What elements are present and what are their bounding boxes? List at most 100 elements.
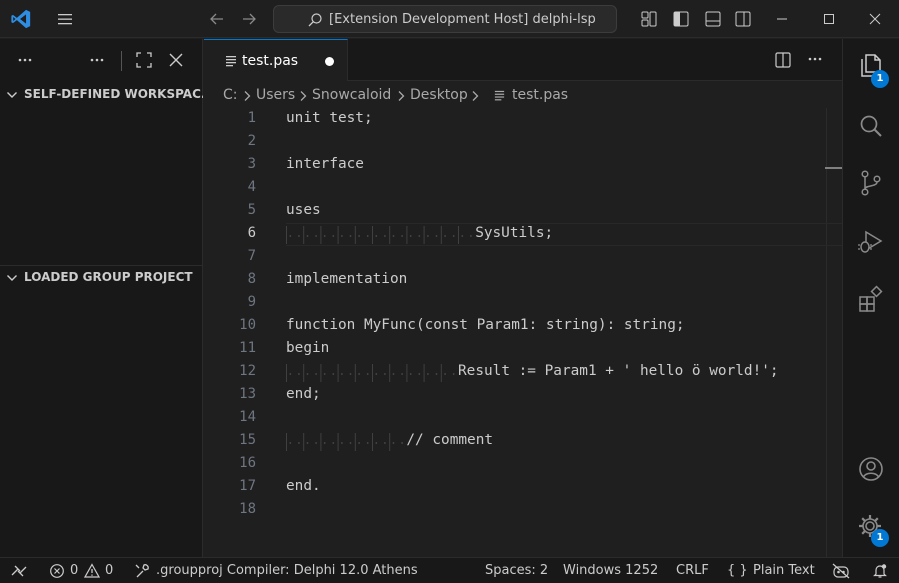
split-editor-icon[interactable] (774, 51, 792, 69)
minimize-window-icon[interactable] (772, 9, 792, 29)
line-number: 11 (239, 340, 256, 356)
code-line[interactable]: 18 (204, 499, 842, 522)
copilot-icon[interactable] (832, 563, 850, 579)
language-braces-icon[interactable]: { } (727, 563, 748, 578)
explorer-badge: 1 (871, 70, 889, 88)
line-number: 14 (239, 409, 256, 425)
chevron-right-icon (398, 91, 405, 101)
primary-sidebar: SELF-DEFINED WORKSPAC... LOADED GROUP PR… (0, 39, 203, 557)
code-line[interactable]: 11 begin (204, 338, 842, 361)
line-number: 2 (247, 133, 256, 149)
section-loaded-group-project[interactable]: LOADED GROUP PROJECT (0, 266, 203, 290)
breadcrumb-item-drive[interactable]: C: (223, 87, 238, 103)
breadcrumb-item-file[interactable]: test.pas (512, 87, 568, 103)
project-compiler-status[interactable]: .groupproj Compiler: Delphi 12.0 Athens (156, 563, 418, 578)
code-line[interactable]: 14 (204, 407, 842, 430)
line-number: 13 (239, 386, 256, 402)
tab-test-pas[interactable]: test.pas (204, 39, 348, 81)
line-number: 16 (239, 455, 256, 471)
line-number: 18 (239, 501, 256, 517)
line-number: 3 (247, 156, 256, 172)
code-text: SysUtils; (475, 225, 554, 241)
breadcrumb-item-snowcaloid[interactable]: Snowcaloid (312, 87, 391, 103)
indentation-status[interactable]: Spaces: 2 (485, 563, 548, 578)
code-line[interactable]: 16 (204, 453, 842, 476)
line-number: 7 (247, 248, 256, 264)
toggle-primary-sidebar-icon[interactable] (671, 9, 691, 29)
whitespace-indent-guides (286, 433, 403, 451)
code-line[interactable]: 5 uses (204, 200, 842, 223)
warning-icon[interactable] (84, 563, 100, 579)
warning-count[interactable]: 0 (105, 563, 113, 578)
vscode-logo-icon[interactable] (10, 8, 32, 30)
breadcrumb-item-desktop[interactable]: Desktop (410, 87, 468, 103)
go-back-icon[interactable] (208, 10, 226, 28)
notifications-bell-icon[interactable] (872, 563, 888, 579)
code-line[interactable]: 12 Result := Param1 + ' hello ö world!'; (204, 361, 842, 384)
account-icon[interactable] (857, 455, 885, 483)
remote-icon[interactable] (10, 563, 28, 579)
activity-bar: 1 1 (842, 39, 899, 557)
code-line[interactable]: 8 implementation (204, 269, 842, 292)
line-number: 5 (247, 202, 256, 218)
run-and-debug-icon[interactable] (857, 228, 885, 256)
chevron-right-icon (472, 91, 479, 101)
source-control-icon[interactable] (857, 169, 885, 197)
code-line[interactable]: 2 (204, 131, 842, 154)
extensions-icon[interactable] (857, 285, 885, 313)
breadcrumb-item-users[interactable]: Users (256, 87, 295, 103)
code-line[interactable]: 6 SysUtils; (204, 223, 842, 246)
title-bar: [Extension Development Host] delphi-lsp (0, 0, 899, 38)
line-number: 10 (239, 317, 256, 333)
code-line[interactable]: 9 (204, 292, 842, 315)
customize-layout-icon[interactable] (639, 9, 659, 29)
code-line[interactable]: 10 function MyFunc(const Param1: string):… (204, 315, 842, 338)
code-line[interactable]: 3 interface (204, 154, 842, 177)
toggle-panel-icon[interactable] (703, 9, 723, 29)
code-line[interactable]: 17 end. (204, 476, 842, 499)
code-text: interface (286, 156, 364, 172)
code-line[interactable]: 15 // comment (204, 430, 842, 453)
code-line[interactable]: 7 (204, 246, 842, 269)
error-icon[interactable] (49, 563, 65, 579)
whitespace-indent-guides (286, 226, 472, 244)
maximize-view-icon[interactable] (135, 51, 153, 69)
toggle-secondary-sidebar-icon[interactable] (733, 9, 753, 29)
line-number: 12 (239, 363, 256, 379)
more-actions-icon[interactable] (16, 52, 34, 68)
tab-label: test.pas (242, 53, 299, 69)
error-count[interactable]: 0 (70, 563, 78, 578)
code-editor[interactable]: 1 unit test; 2 3 interface 4 5 uses 6 SysUtils; 7 8… (204, 108, 842, 557)
code-text: Result := Param1 + ' hello ö world!'; (458, 363, 779, 379)
tools-icon[interactable] (134, 563, 150, 579)
code-line[interactable]: 13 end; (204, 384, 842, 407)
sidebar-toolbar (0, 39, 203, 81)
search-text: [Extension Development Host] delphi-lsp (329, 12, 596, 27)
eol-status[interactable]: CRLF (676, 563, 709, 578)
settings-badge: 1 (871, 529, 889, 547)
encoding-status[interactable]: Windows 1252 (563, 563, 658, 578)
toolbar-separator (121, 51, 122, 71)
section-self-defined-workspace[interactable]: SELF-DEFINED WORKSPAC... (0, 83, 203, 107)
search-icon (308, 13, 322, 27)
line-number: 15 (239, 432, 256, 448)
code-line[interactable]: 1 unit test; (204, 108, 842, 131)
views-more-icon[interactable] (88, 52, 106, 68)
code-text: end; (286, 386, 321, 402)
close-view-icon[interactable] (167, 51, 185, 69)
command-center-search[interactable]: [Extension Development Host] delphi-lsp (273, 5, 617, 33)
chevron-right-icon (300, 91, 307, 101)
chevron-down-icon (7, 92, 17, 98)
code-line[interactable]: 4 (204, 177, 842, 200)
chevron-down-icon (7, 275, 17, 281)
editor-more-actions-icon[interactable] (806, 51, 824, 67)
go-forward-icon[interactable] (240, 10, 258, 28)
section-title: LOADED GROUP PROJECT (24, 270, 193, 284)
search-icon[interactable] (857, 112, 885, 140)
unsaved-dot-icon[interactable] (325, 57, 334, 66)
maximize-window-icon[interactable] (819, 9, 839, 29)
close-window-icon[interactable] (865, 9, 885, 29)
language-mode-status[interactable]: Plain Text (753, 563, 815, 578)
editor-tab-bar: test.pas (204, 39, 842, 81)
menu-icon[interactable] (56, 10, 74, 28)
